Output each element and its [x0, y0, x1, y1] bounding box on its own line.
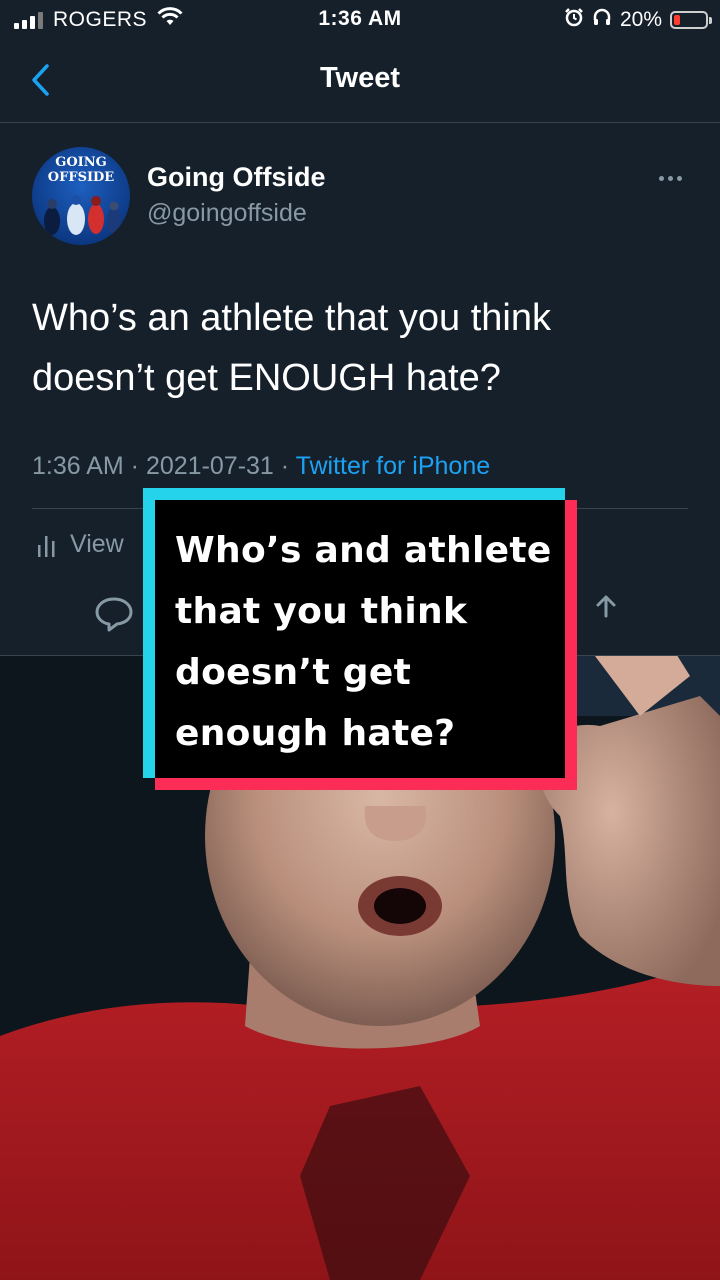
- tweet-source-link[interactable]: Twitter for iPhone: [296, 452, 491, 480]
- author-handle[interactable]: @goingoffside: [147, 199, 307, 228]
- battery-icon: [670, 11, 712, 29]
- headphones-icon: [592, 7, 612, 33]
- meta-separator: ·: [123, 452, 146, 480]
- analytics-icon: [38, 535, 55, 557]
- view-activity-button[interactable]: View: [36, 530, 124, 559]
- status-bar: ROGERS 1:36 AM 20%: [0, 0, 720, 40]
- alarm-icon: [564, 7, 584, 33]
- tweet-text: Who’s an athlete that you think doesn’t …: [32, 297, 551, 399]
- tweet-date: 2021-07-31: [145, 452, 274, 480]
- more-options-icon[interactable]: [652, 166, 688, 190]
- tweet-time: 1:36 AM: [32, 452, 124, 480]
- author-display-name[interactable]: Going Offside: [147, 162, 326, 193]
- avatar[interactable]: GOING OFFSIDE: [32, 147, 130, 245]
- avatar-players-image: [44, 195, 121, 235]
- status-right: 20%: [564, 7, 712, 33]
- reply-icon[interactable]: [94, 596, 134, 632]
- tweet-meta: 1:36 AM · 2021-07-31 · Twitter for iPhon…: [32, 452, 490, 481]
- meta-separator: ·: [273, 452, 296, 480]
- caption-text: Who’s and athlete that you think doesn’t…: [175, 530, 552, 754]
- nav-bar: Tweet: [0, 42, 720, 123]
- battery-percent: 20%: [619, 8, 662, 31]
- view-activity-label: View: [70, 530, 124, 558]
- page-title: Tweet: [319, 62, 401, 94]
- avatar-logo-text: GOING OFFSIDE: [47, 155, 115, 185]
- screen: ROGERS 1:36 AM 20% Tweet GOING OFFSIDE G…: [0, 0, 720, 1280]
- battery-fill: [674, 15, 680, 25]
- share-icon[interactable]: [592, 594, 620, 628]
